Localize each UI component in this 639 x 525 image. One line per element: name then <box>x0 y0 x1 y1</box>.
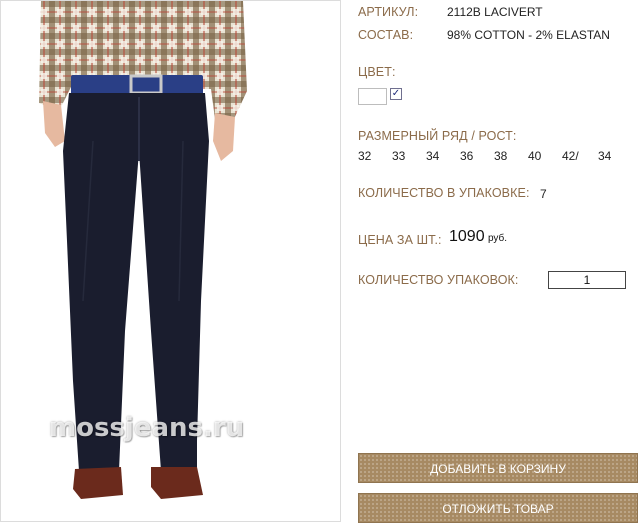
packs-count-label: КОЛИЧЕСТВО УПАКОВОК: <box>358 273 519 287</box>
pack-quantity-label: КОЛИЧЕСТВО В УПАКОВКЕ: <box>358 186 530 200</box>
add-to-cart-button[interactable]: ДОБАВИТЬ В КОРЗИНУ <box>358 453 638 483</box>
article-label: АРТИКУЛ: <box>358 5 419 19</box>
price-label: ЦЕНА ЗА ШТ.: <box>358 233 442 247</box>
size-item: 36 <box>460 149 474 163</box>
right-hand <box>213 113 235 161</box>
color-label: ЦВЕТ: <box>358 65 396 79</box>
size-item: 32 <box>358 149 372 163</box>
price-currency: руб. <box>487 233 508 244</box>
price-value: 1090 <box>449 228 485 245</box>
size-item: 40 <box>528 149 542 163</box>
left-shoe <box>73 467 123 499</box>
product-illustration <box>39 1 247 499</box>
product-photo: mossjeans.ru <box>0 0 341 522</box>
size-list: 32 33 34 36 38 40 42/ 34 <box>358 149 618 163</box>
article-value: 2112B LACIVERT <box>447 5 543 19</box>
size-item: 33 <box>392 149 406 163</box>
composition-label: СОСТАВ: <box>358 28 414 42</box>
size-item: 42/ <box>562 149 579 163</box>
left-hand <box>43 101 65 147</box>
color-swatch[interactable] <box>358 88 387 105</box>
size-item: 34 <box>598 149 612 163</box>
pack-quantity-value: 7 <box>540 187 547 201</box>
composition-value: 98% COTTON - 2% ELASTAN <box>447 28 610 42</box>
packs-count-input[interactable]: 1 <box>548 271 626 289</box>
size-item: 34 <box>426 149 440 163</box>
color-checkbox[interactable]: ✓ <box>390 88 402 100</box>
size-item: 38 <box>494 149 508 163</box>
postpone-button[interactable]: ОТЛОЖИТЬ ТОВАР <box>358 493 638 523</box>
size-range-label: РАЗМЕРНЫЙ РЯД / РОСТ: <box>358 129 517 143</box>
watermark: mossjeans.ru <box>49 413 245 443</box>
right-shoe <box>151 467 203 499</box>
price: 1090 руб. <box>449 228 507 246</box>
